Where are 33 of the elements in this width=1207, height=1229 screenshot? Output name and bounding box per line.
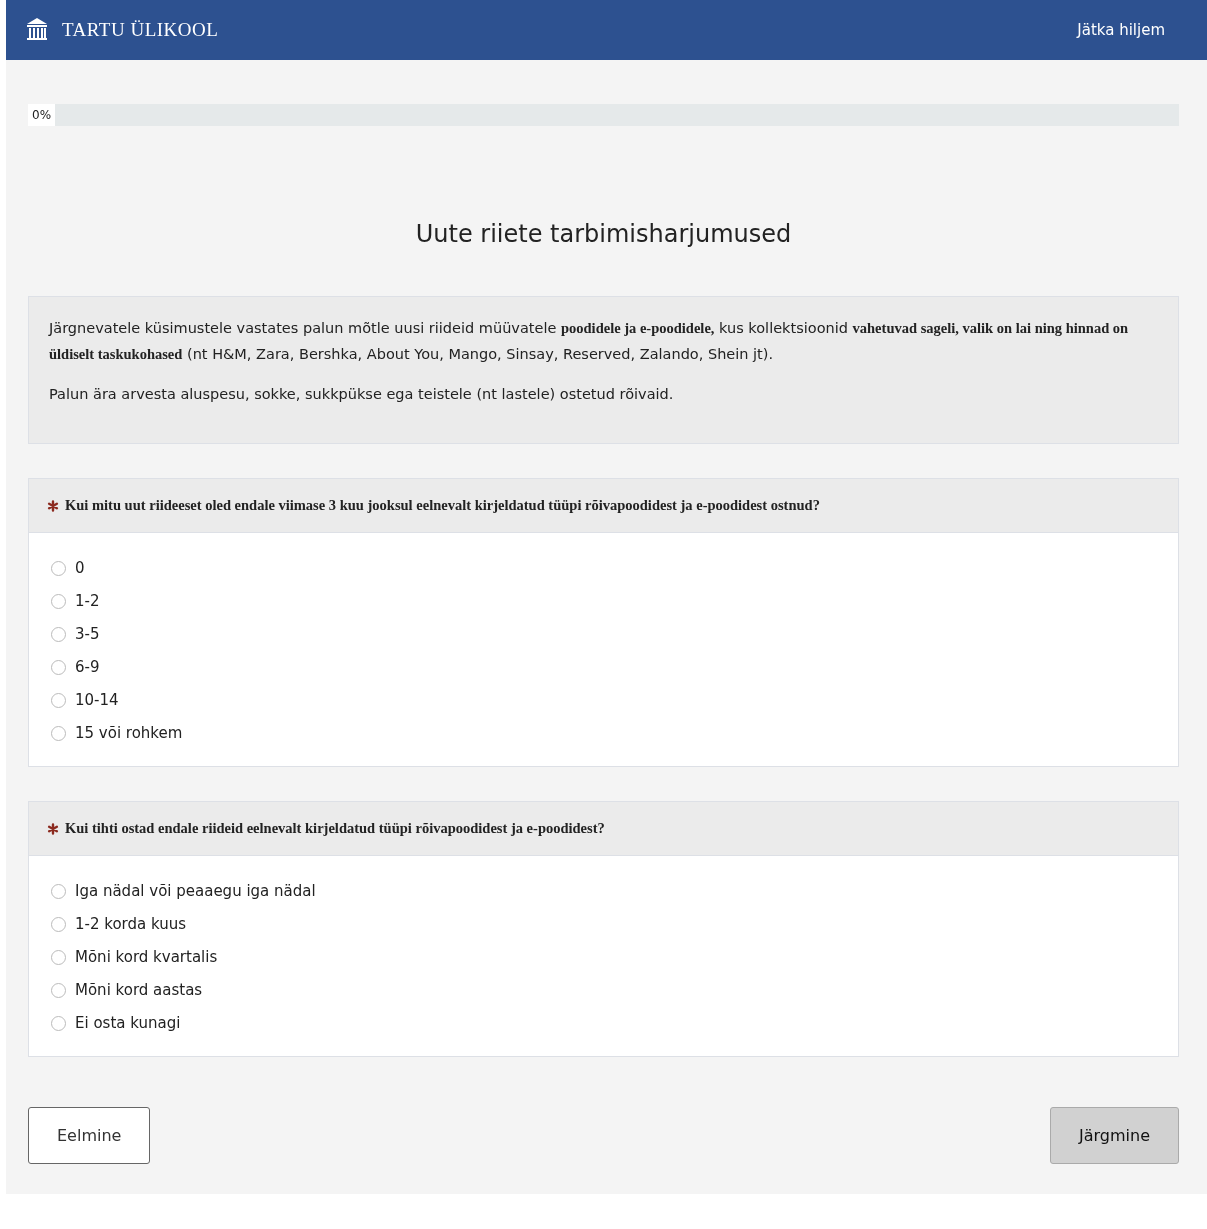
- option-label[interactable]: 1-2 korda kuus: [75, 915, 187, 933]
- radio-button[interactable]: [51, 626, 66, 642]
- option-label[interactable]: 6-9: [75, 658, 100, 676]
- continue-later-link[interactable]: Jätka hiljem: [1077, 21, 1165, 39]
- intro-paragraph: Järgnevatele küsimustele vastates palun mõtle uusi riideid müüvatele poodidele ja e-poodidele, kus kollektsioonid vahetuvad sageli, valik on lai ning hinnad on üldiselt taskukohased (nt H&M, Zara, Bershka, About You, Mango, Sinsay, Reserved, Zalando, Shein jt).: [49, 319, 1130, 364]
- radio-button[interactable]: [51, 982, 66, 998]
- question-text: Kui tihti ostad endale riideid eelnevalt kirjeldatud tüüpi rõivapoodidest ja e-poodidest?: [65, 820, 605, 837]
- option-label[interactable]: 3-5: [75, 625, 100, 643]
- option-label[interactable]: 15 või rohkem: [75, 724, 183, 742]
- radio-button[interactable]: [51, 883, 66, 899]
- radio-button[interactable]: [51, 659, 66, 675]
- option-label[interactable]: Iga nädal või peaaegu iga nädal: [75, 882, 316, 900]
- option-label[interactable]: Mõni kord kvartalis: [75, 948, 218, 966]
- option-label[interactable]: 0: [75, 559, 85, 577]
- previous-button[interactable]: Eelmine: [28, 1107, 151, 1164]
- intro-paragraph: Palun ära arvesta aluspesu, sokke, sukkpükse ega teistele (nt lastele) ostetud rõivaid.: [49, 385, 675, 404]
- option-label[interactable]: Mõni kord aastas: [75, 981, 203, 999]
- radio-button[interactable]: [51, 916, 66, 932]
- university-logo-text: TARTU ÜLIKOOL: [62, 19, 219, 41]
- next-button[interactable]: Järgmine: [1050, 1107, 1179, 1164]
- option-label[interactable]: 10-14: [75, 691, 119, 709]
- radio-button[interactable]: [51, 1015, 66, 1031]
- radio-button[interactable]: [51, 725, 66, 741]
- radio-button[interactable]: [51, 593, 66, 609]
- radio-button[interactable]: [51, 692, 66, 708]
- university-building-icon: [26, 17, 48, 43]
- progress-label: 0%: [28, 104, 56, 126]
- option-label[interactable]: Ei osta kunagi: [75, 1014, 181, 1032]
- question-text: Kui mitu uut riideeset oled endale viimase 3 kuu jooksul eelnevalt kirjeldatud tüüpi rõivapoodidest ja e-poodidest ostnud?: [65, 497, 820, 514]
- option-label[interactable]: 1-2: [75, 592, 100, 610]
- radio-button[interactable]: [51, 949, 66, 965]
- survey-title: Uute riiete tarbimisharjumused: [414, 220, 793, 248]
- radio-button[interactable]: [51, 560, 66, 576]
